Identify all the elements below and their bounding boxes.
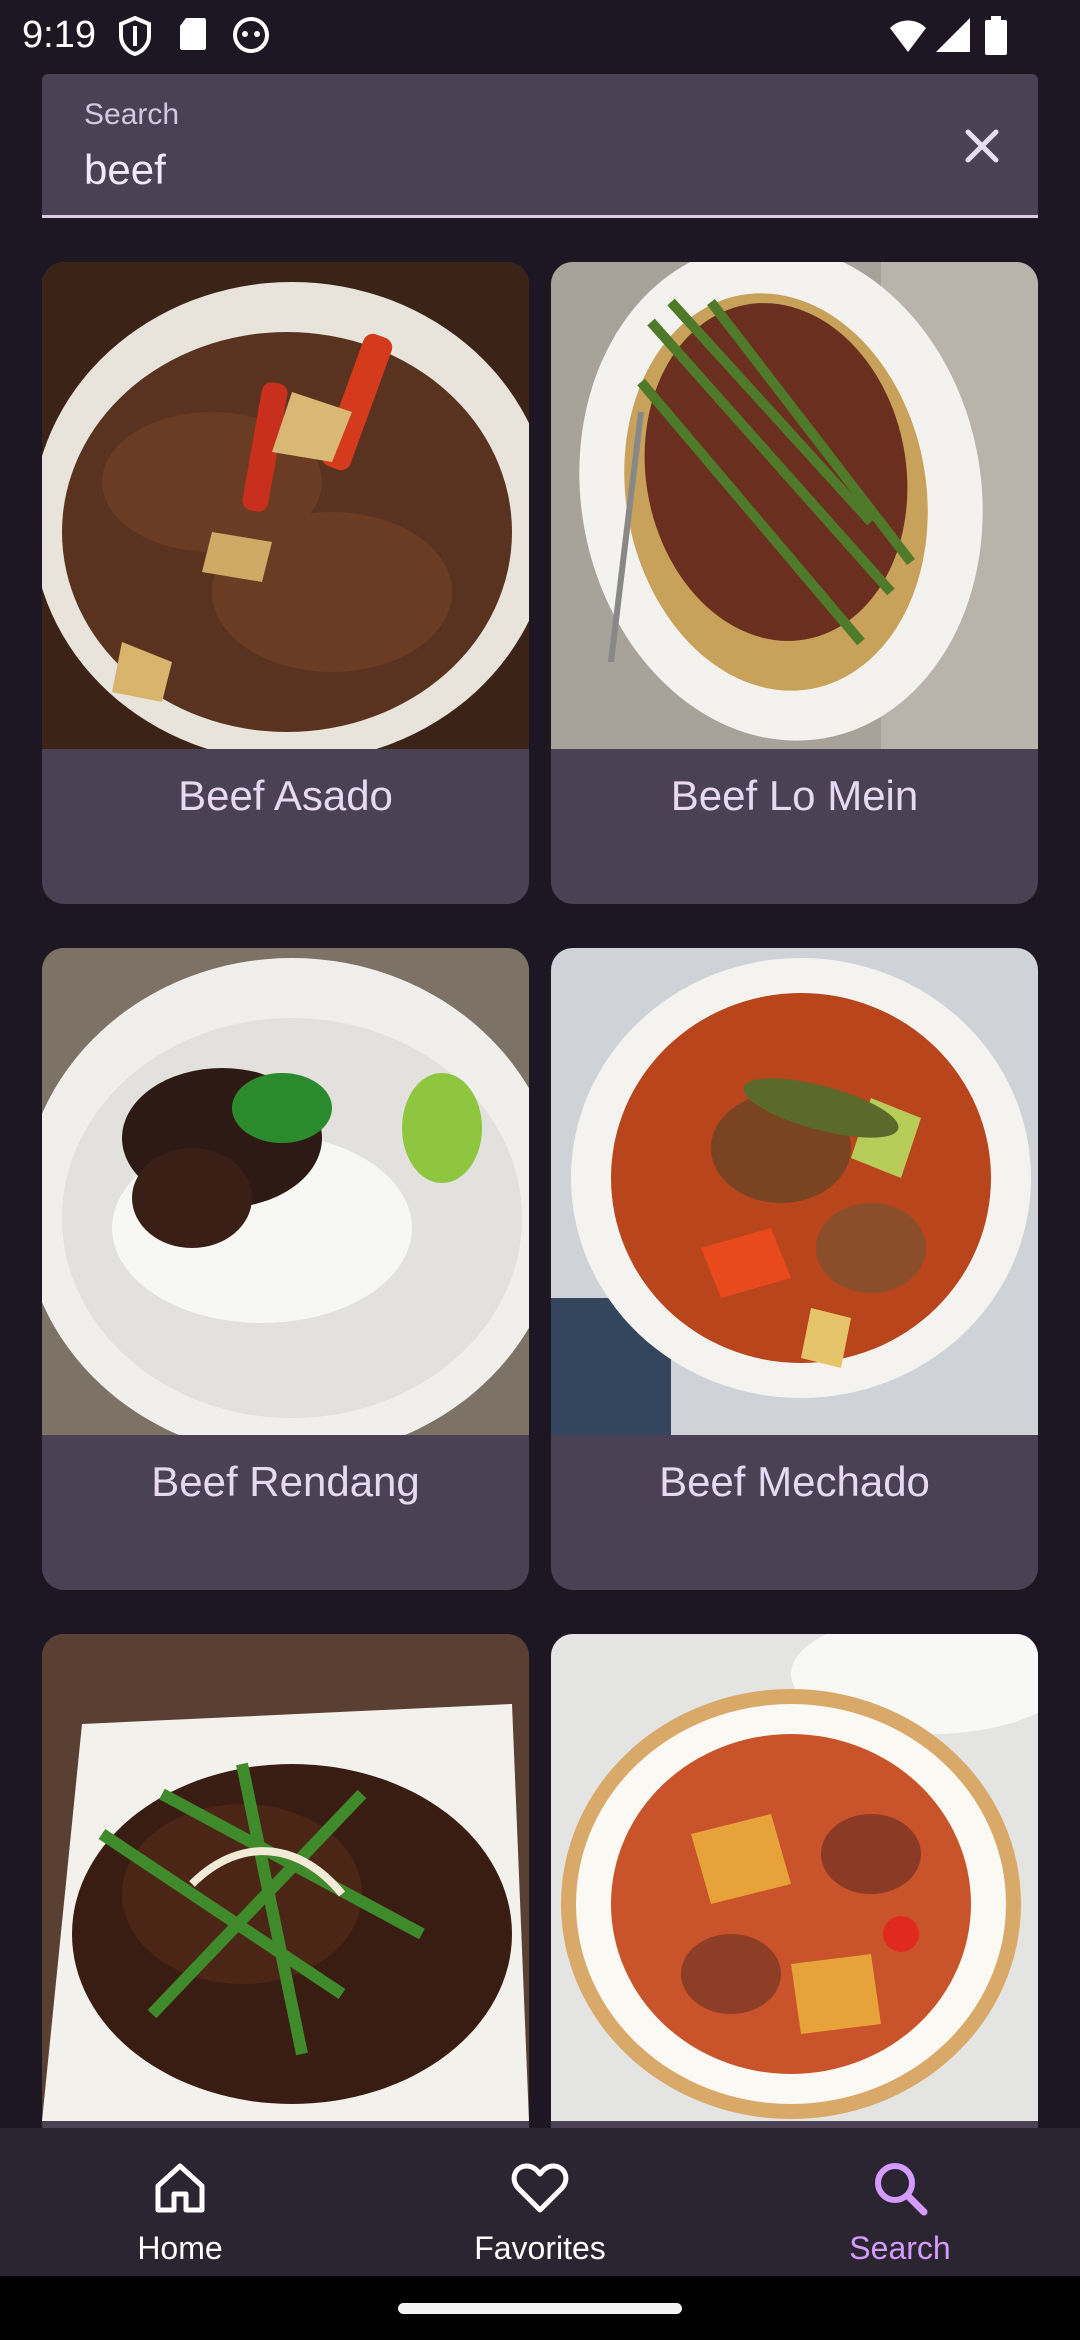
search-query[interactable]: beef [84,146,166,194]
gesture-bar [0,2276,1080,2340]
recipe-image [551,1634,1038,2121]
nav-favorites-label: Favorites [474,2230,606,2266]
home-icon [155,2163,205,2213]
recipe-card[interactable] [42,1634,529,2128]
status-time: 9:19 [22,14,96,56]
recipe-card[interactable]: Beef Mechado [551,948,1038,1590]
recipe-title: Beef Asado [178,772,393,819]
bottom-navigation: Home Favorites Search [0,2128,1080,2276]
nav-home[interactable]: Home [0,2128,360,2276]
clear-search-button[interactable] [954,118,1010,174]
nav-search-label: Search [849,2230,951,2266]
search-label: Search [84,98,180,131]
nav-favorites[interactable]: Favorites [360,2128,720,2276]
home-gesture-handle[interactable] [398,2303,682,2314]
nav-home-label: Home [137,2230,223,2266]
recipe-title: Beef Mechado [659,1458,930,1505]
app-notification-icon [233,17,269,53]
recipe-image [551,262,1038,749]
recipe-card[interactable] [551,1634,1038,2128]
heart-icon [511,2163,569,2213]
nav-search[interactable]: Search [720,2128,1080,2276]
cellular-signal-icon [936,18,970,52]
search-icon [875,2163,928,2216]
recipe-title: Beef Rendang [151,1458,420,1505]
recipe-card[interactable]: Beef Asado [42,262,529,904]
results-grid[interactable]: Beef Asado Beef Lo Mein Beef Rendang Bee… [42,262,1038,2128]
recipe-image [42,948,529,1435]
recipe-image [42,1634,529,2121]
recipe-title: Beef Lo Mein [670,772,919,819]
wifi-icon [890,20,926,52]
search-input[interactable]: Search beef [42,74,1038,218]
status-bar: 9:19 [0,0,1080,72]
battery-icon [985,16,1007,55]
recipe-image [551,948,1038,1435]
recipe-card[interactable]: Beef Rendang [42,948,529,1590]
recipe-image [42,262,529,749]
shield-icon [119,16,151,56]
recipe-card[interactable]: Beef Lo Mein [551,262,1038,904]
sd-card-icon [180,18,206,50]
